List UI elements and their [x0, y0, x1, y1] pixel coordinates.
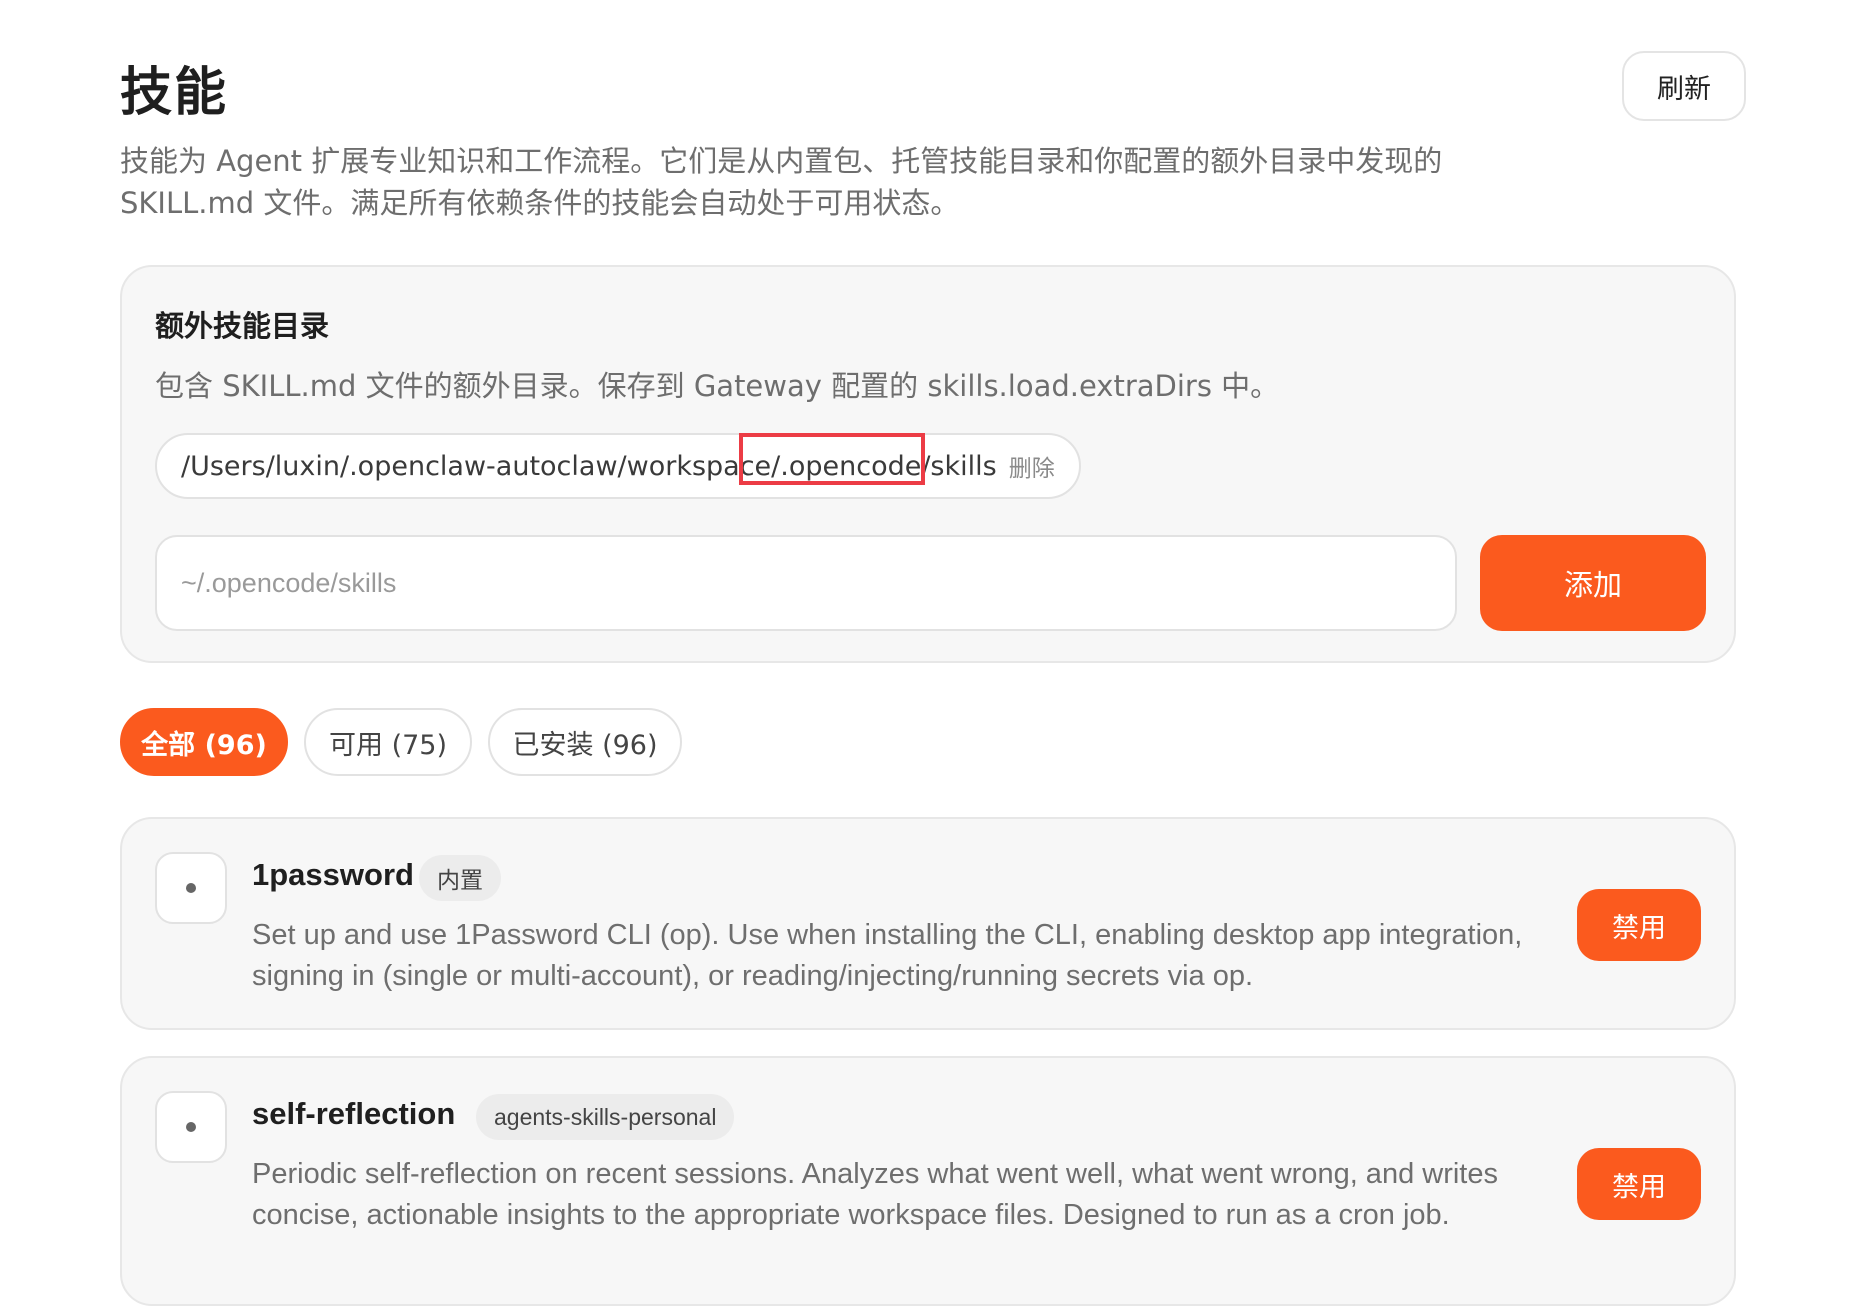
extra-dirs-description: 包含 SKILL.md 文件的额外目录。保存到 Gateway 配置的 skil…	[155, 369, 1280, 403]
add-dir-button[interactable]: 添加	[1480, 535, 1706, 631]
skill-name: self-reflection	[252, 1096, 456, 1131]
remove-dir-button[interactable]: 删除	[1009, 449, 1055, 483]
extra-dir-input[interactable]	[155, 535, 1457, 631]
extra-dirs-title: 额外技能目录	[155, 309, 330, 343]
skill-source-badge: agents-skills-personal	[476, 1094, 735, 1140]
skill-card: 1password 内置 Set up and use 1Password CL…	[120, 817, 1736, 1030]
skill-icon	[155, 1091, 227, 1163]
dot-icon	[186, 883, 196, 893]
skill-description: Periodic self-reflection on recent sessi…	[252, 1158, 1498, 1231]
extra-dir-chip: /Users/luxin/.openclaw-autoclaw/workspac…	[155, 433, 1081, 499]
skill-card: self-reflection agents-skills-personal P…	[120, 1056, 1736, 1306]
filter-tab-all[interactable]: 全部 (96)	[120, 708, 288, 776]
filter-tab-installed[interactable]: 已安装 (96)	[488, 708, 682, 776]
skills-page: 技能 刷新 技能为 Agent 扩展专业知识和工作流程。它们是从内置包、托管技能…	[0, 0, 1854, 1306]
disable-skill-button[interactable]: 禁用	[1577, 1148, 1701, 1220]
skill-source-badge: 内置	[419, 855, 501, 901]
page-description: 技能为 Agent 扩展专业知识和工作流程。它们是从内置包、托管技能目录和你配置…	[120, 144, 1443, 220]
skill-name: 1password	[252, 857, 414, 892]
disable-skill-button[interactable]: 禁用	[1577, 889, 1701, 961]
filter-tab-available[interactable]: 可用 (75)	[304, 708, 472, 776]
refresh-button[interactable]: 刷新	[1622, 51, 1746, 121]
skill-icon	[155, 852, 227, 924]
extra-dir-path: /Users/luxin/.openclaw-autoclaw/workspac…	[181, 450, 997, 482]
extra-dirs-card: 额外技能目录 包含 SKILL.md 文件的额外目录。保存到 Gateway 配…	[120, 265, 1736, 663]
page-title: 技能	[120, 63, 229, 123]
dot-icon	[186, 1122, 196, 1132]
skill-description: Set up and use 1Password CLI (op). Use w…	[252, 919, 1523, 992]
